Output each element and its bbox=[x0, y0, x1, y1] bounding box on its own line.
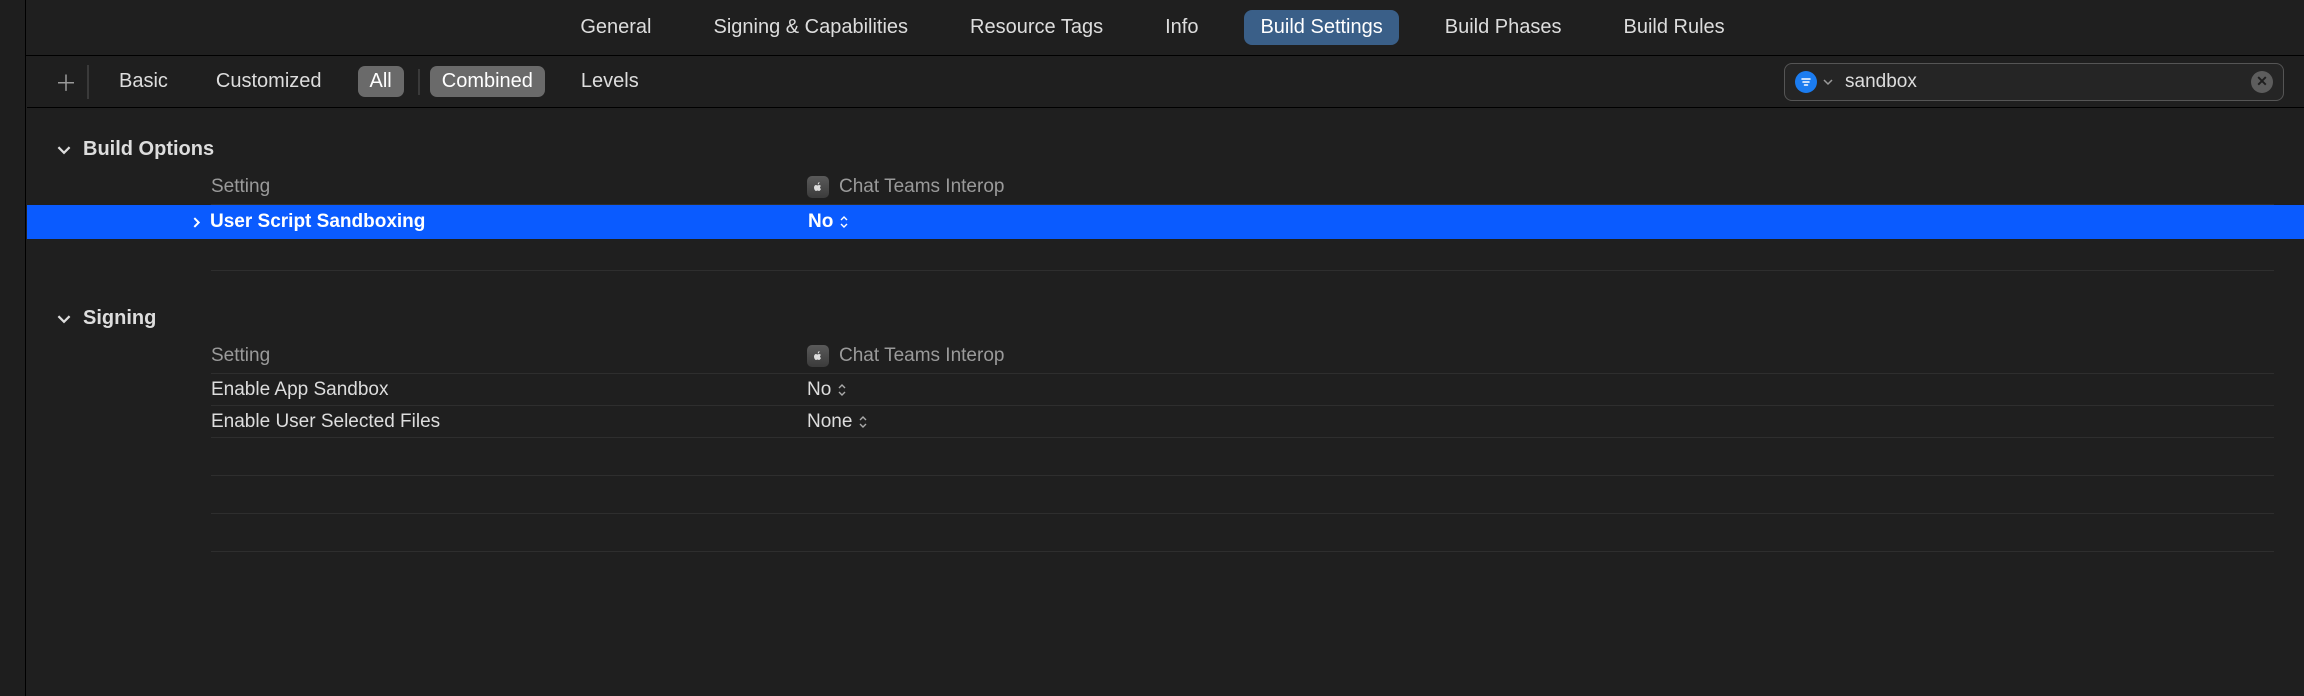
setting-name: Enable User Selected Files bbox=[211, 411, 807, 433]
setting-name: Enable App Sandbox bbox=[211, 379, 807, 401]
section-build-options[interactable]: Build Options bbox=[57, 126, 2274, 169]
chevron-down-icon bbox=[57, 143, 75, 157]
section-title-label: Signing bbox=[83, 307, 156, 330]
filter-scope-icon[interactable] bbox=[1795, 71, 1817, 93]
tab-resource-tags[interactable]: Resource Tags bbox=[954, 10, 1119, 45]
setting-value[interactable]: No bbox=[807, 379, 847, 401]
plus-icon: ＋ bbox=[55, 66, 77, 98]
column-target-label: Chat Teams Interop bbox=[839, 345, 1004, 367]
tab-general[interactable]: General bbox=[564, 10, 667, 45]
stepper-icon bbox=[858, 415, 868, 429]
filter-customized[interactable]: Customized bbox=[204, 66, 334, 97]
close-icon: ✕ bbox=[2256, 73, 2268, 90]
build-settings-content[interactable]: Build Options Setting Chat Teams Interop… bbox=[27, 108, 2304, 696]
column-headers: Setting Chat Teams Interop bbox=[211, 338, 2274, 374]
app-icon bbox=[807, 176, 829, 198]
chevron-down-icon bbox=[57, 312, 75, 326]
section-signing[interactable]: Signing bbox=[57, 295, 2274, 338]
search-field-wrapper: ✕ bbox=[1784, 63, 2284, 101]
stepper-icon bbox=[839, 215, 849, 229]
stepper-icon bbox=[837, 383, 847, 397]
target-editor-tabs: General Signing & Capabilities Resource … bbox=[1, 0, 2304, 56]
column-headers: Setting Chat Teams Interop bbox=[211, 169, 2274, 205]
chevron-down-icon[interactable] bbox=[1823, 77, 1833, 87]
clear-search-button[interactable]: ✕ bbox=[2251, 71, 2273, 93]
empty-row bbox=[211, 476, 2274, 514]
filter-combined[interactable]: Combined bbox=[430, 66, 545, 97]
column-target: Chat Teams Interop bbox=[807, 345, 1004, 367]
section-title-label: Build Options bbox=[83, 138, 214, 161]
filter-levels[interactable]: Levels bbox=[569, 66, 651, 97]
filter-all[interactable]: All bbox=[358, 66, 404, 97]
app-icon bbox=[807, 345, 829, 367]
setting-row-user-script-sandboxing[interactable]: User Script Sandboxing No bbox=[27, 205, 2304, 239]
tab-build-rules[interactable]: Build Rules bbox=[1608, 10, 1741, 45]
column-target-label: Chat Teams Interop bbox=[839, 176, 1004, 198]
tab-info[interactable]: Info bbox=[1149, 10, 1214, 45]
tab-signing-capabilities[interactable]: Signing & Capabilities bbox=[697, 10, 924, 45]
target-editor: General Signing & Capabilities Resource … bbox=[0, 0, 2304, 696]
build-settings-filter-bar: ＋ Basic Customized All Combined Levels ✕ bbox=[27, 56, 2304, 108]
column-setting-label: Setting bbox=[211, 176, 807, 198]
chevron-right-icon[interactable] bbox=[182, 217, 210, 228]
search-input[interactable] bbox=[1843, 70, 2241, 94]
tab-build-phases[interactable]: Build Phases bbox=[1429, 10, 1578, 45]
setting-value[interactable]: No bbox=[808, 211, 849, 233]
filter-basic[interactable]: Basic bbox=[107, 66, 180, 97]
setting-row-enable-user-selected-files[interactable]: Enable User Selected Files None bbox=[211, 406, 2274, 438]
separator bbox=[418, 69, 420, 95]
editor-left-gutter bbox=[0, 0, 26, 696]
empty-row bbox=[211, 438, 2274, 476]
tab-build-settings[interactable]: Build Settings bbox=[1244, 10, 1398, 45]
setting-name: User Script Sandboxing bbox=[210, 211, 808, 233]
setting-row-enable-app-sandbox[interactable]: Enable App Sandbox No bbox=[211, 374, 2274, 406]
column-setting-label: Setting bbox=[211, 345, 807, 367]
column-target: Chat Teams Interop bbox=[807, 176, 1004, 198]
setting-value[interactable]: None bbox=[807, 411, 868, 433]
empty-row bbox=[211, 514, 2274, 552]
empty-row bbox=[211, 239, 2274, 271]
empty-rows bbox=[57, 438, 2274, 552]
add-build-setting-button[interactable]: ＋ bbox=[45, 65, 89, 99]
